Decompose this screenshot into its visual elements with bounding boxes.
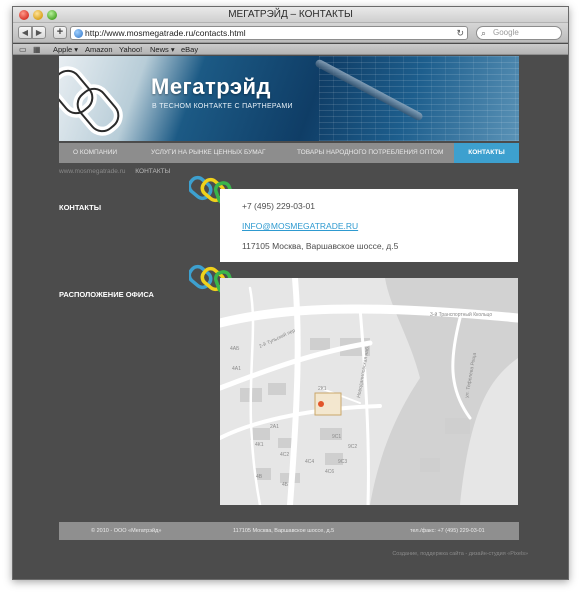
forward-button[interactable]: ▶ bbox=[32, 26, 46, 39]
bookmark-apple[interactable]: Apple ▾ bbox=[53, 45, 78, 54]
contact-email-link[interactable]: INFO@MOSMEGATRADE.RU bbox=[242, 221, 358, 231]
map-label: 4В bbox=[256, 474, 263, 480]
breadcrumb: www.mosmegatrade.ru КОНТАКТЫ bbox=[59, 168, 170, 175]
top-sites-grid-icon[interactable]: ▦ bbox=[33, 45, 41, 54]
map-label: 4Б bbox=[282, 482, 289, 488]
bookmark-amazon[interactable]: Amazon bbox=[85, 45, 113, 54]
footer-phone: тел./факс: +7 (495) 229-03-01 bbox=[410, 528, 485, 534]
office-location-heading: РАСПОЛОЖЕНИЕ ОФИСА bbox=[59, 290, 154, 299]
bookmark-yahoo[interactable]: Yahoo! bbox=[119, 45, 142, 54]
nav-securities[interactable]: Услуги на рынке ценных бумаг bbox=[151, 143, 266, 163]
nav-about[interactable]: О компании bbox=[73, 143, 117, 163]
map-label: 9С1 bbox=[332, 434, 341, 440]
browser-toolbar: ◀ ▶ + http://www.mosmegatrade.ru/contact… bbox=[13, 23, 568, 43]
search-icon: ⌕ bbox=[481, 28, 487, 38]
map-label: 4АБ bbox=[230, 346, 240, 352]
map-label: 9С3 bbox=[338, 459, 347, 465]
breadcrumb-current: КОНТАКТЫ bbox=[135, 168, 171, 175]
map-label: 3-й Транспортный Ккольцо bbox=[430, 311, 492, 318]
reading-list-icon[interactable]: ▭ bbox=[19, 45, 27, 54]
bookmarks-bar: ▭ ▦ Apple ▾ Amazon Yahoo! News ▾ eBay bbox=[13, 44, 568, 55]
footer-copyright: © 2010 - ООО «Мегатрэйд» bbox=[91, 528, 162, 534]
office-map[interactable]: 3-й Транспортный Ккольцо 2-й Тульский пе… bbox=[220, 278, 518, 505]
footer-address: 117105 Москва, Варшавское шоссе, д.5 bbox=[233, 528, 335, 534]
web-page: Мегатрэйд в тесном контакте с партнерами… bbox=[13, 56, 568, 579]
contact-card: +7 (495) 229-03-01 INFO@MOSMEGATRADE.RU … bbox=[220, 189, 518, 262]
brand-name[interactable]: Мегатрэйд bbox=[151, 74, 271, 100]
bookmark-ebay[interactable]: eBay bbox=[181, 45, 198, 54]
search-input[interactable]: ⌕ Google bbox=[476, 26, 562, 40]
footer: © 2010 - ООО «Мегатрэйд» 117105 Москва, … bbox=[59, 522, 519, 540]
title-bar: МЕГАТРЭЙД – КОНТАКТЫ bbox=[13, 7, 568, 23]
map-canvas[interactable]: 3-й Транспортный Ккольцо 2-й Тульский пе… bbox=[220, 278, 518, 505]
address-bar[interactable]: http://www.mosmegatrade.ru/contacts.html… bbox=[70, 26, 468, 40]
back-button[interactable]: ◀ bbox=[18, 26, 32, 39]
map-label: 2А1 bbox=[270, 424, 279, 430]
reload-icon[interactable]: ↻ bbox=[456, 27, 464, 39]
map-label: 4К1 bbox=[255, 442, 264, 448]
brand-tagline: в тесном контакте с партнерами bbox=[152, 103, 293, 110]
window-title: МЕГАТРЭЙД – КОНТАКТЫ bbox=[228, 9, 353, 20]
chain-logo-icon[interactable] bbox=[59, 64, 149, 140]
contact-address: 117105 Москва, Варшавское шоссе, д.5 bbox=[242, 241, 399, 251]
map-label: 9С2 bbox=[348, 444, 357, 450]
nav-consumer-goods[interactable]: Товары народного потребления оптом bbox=[297, 143, 443, 163]
browser-window: МЕГАТРЭЙД – КОНТАКТЫ ◀ ▶ + http://www.mo… bbox=[12, 6, 569, 580]
contacts-heading: КОНТАКТЫ bbox=[59, 203, 102, 212]
footer-credits[interactable]: Создание, поддержка сайта - дизайн-студи… bbox=[392, 551, 528, 557]
address-bar-url: http://www.mosmegatrade.ru/contacts.html bbox=[85, 28, 246, 38]
search-placeholder: Google bbox=[493, 28, 519, 37]
globe-icon bbox=[74, 29, 83, 38]
map-label: 4С6 bbox=[325, 469, 334, 475]
map-label: 4С4 bbox=[305, 459, 314, 465]
main-nav: О компании Услуги на рынке ценных бумаг … bbox=[59, 143, 519, 163]
map-label: 4С2 bbox=[280, 452, 289, 458]
header-banner: Мегатрэйд в тесном контакте с партнерами bbox=[59, 56, 519, 141]
map-label: 2К1 bbox=[318, 386, 327, 392]
map-label: 4А1 bbox=[232, 366, 241, 372]
nav-contacts[interactable]: Контакты bbox=[454, 143, 519, 163]
banner-spreadsheet-image bbox=[319, 56, 519, 141]
add-bookmark-button[interactable]: + bbox=[53, 26, 67, 39]
bookmark-news[interactable]: News ▾ bbox=[150, 45, 175, 54]
contact-phone: +7 (495) 229-03-01 bbox=[242, 201, 316, 211]
breadcrumb-home[interactable]: www.mosmegatrade.ru bbox=[59, 168, 125, 175]
